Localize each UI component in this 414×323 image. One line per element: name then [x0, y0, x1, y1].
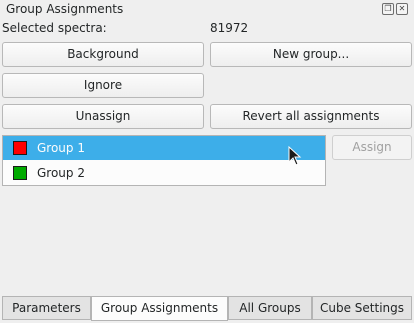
tab-parameters[interactable]: Parameters: [2, 297, 91, 320]
group-list[interactable]: Group 1 Group 2: [2, 135, 326, 186]
panel-title: Group Assignments: [6, 2, 124, 16]
mouse-cursor-icon: [288, 146, 302, 166]
group-list-item[interactable]: Group 1: [3, 136, 325, 160]
float-icon[interactable]: ❐: [382, 3, 394, 15]
tab-all-groups[interactable]: All Groups: [228, 297, 312, 320]
ignore-button[interactable]: Ignore: [2, 73, 204, 98]
tab-bar: Parameters Group Assignments All Groups …: [2, 296, 412, 321]
unassign-button[interactable]: Unassign: [2, 104, 204, 129]
group-color-swatch: [13, 166, 27, 180]
selected-spectra-value: 81972: [210, 21, 249, 35]
group-label: Group 1: [37, 141, 85, 155]
background-button[interactable]: Background: [2, 42, 204, 67]
close-icon[interactable]: ✕: [396, 3, 408, 15]
group-list-item[interactable]: Group 2: [3, 161, 325, 185]
revert-all-button[interactable]: Revert all assignments: [210, 104, 412, 129]
tab-cube-settings[interactable]: Cube Settings: [312, 297, 412, 320]
title-bar-buttons: ❐ ✕: [382, 3, 408, 15]
group-label: Group 2: [37, 166, 85, 180]
tab-group-assignments[interactable]: Group Assignments: [91, 296, 228, 321]
selected-spectra-label: Selected spectra:: [2, 21, 107, 35]
assign-button[interactable]: Assign: [332, 135, 412, 160]
new-group-button[interactable]: New group...: [210, 42, 412, 67]
group-color-swatch: [13, 141, 27, 155]
